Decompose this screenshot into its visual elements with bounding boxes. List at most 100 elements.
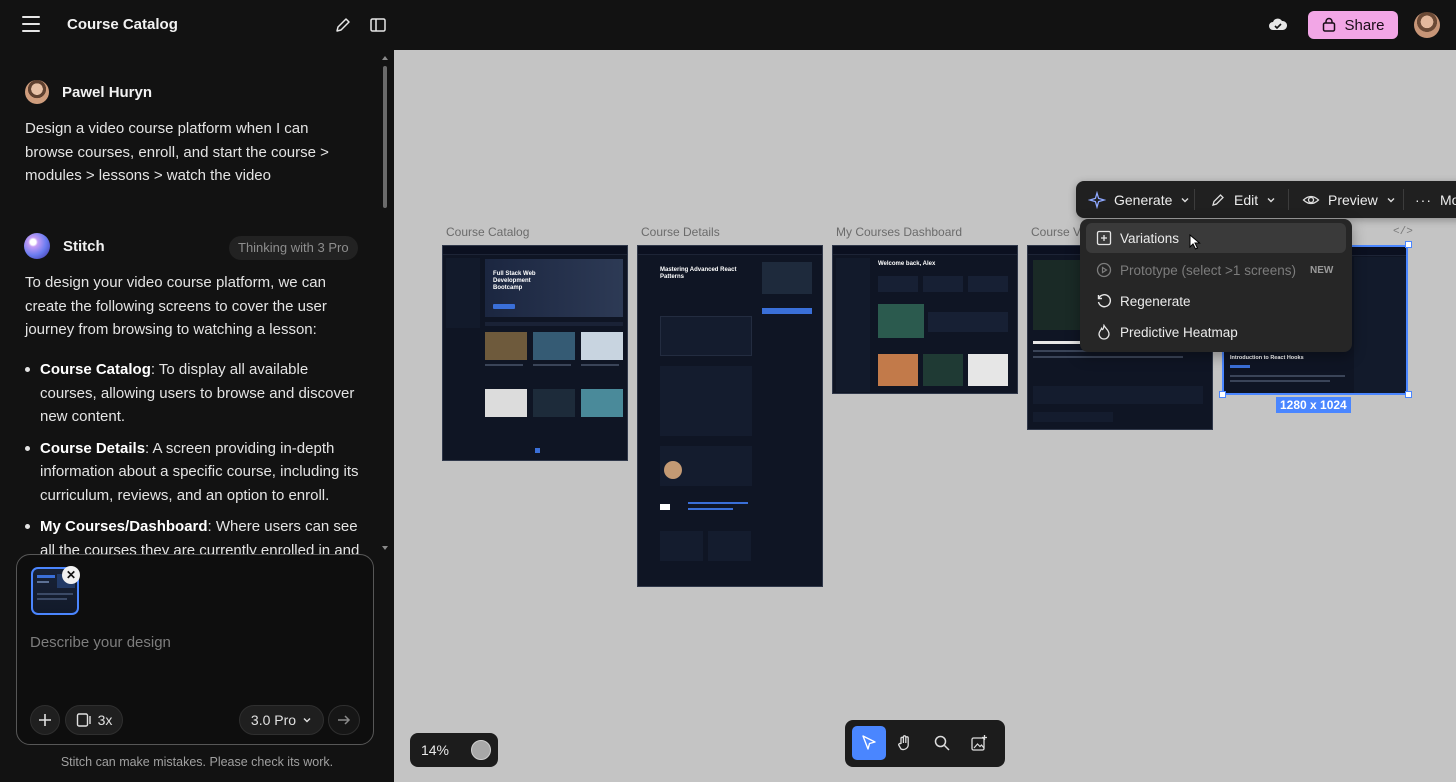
resize-handle[interactable] (1219, 391, 1226, 398)
pencil-icon[interactable] (333, 15, 353, 35)
mouse-cursor-icon (1189, 234, 1201, 250)
prompt-input[interactable] (30, 629, 360, 655)
more-button[interactable]: ··· Mo (1415, 181, 1456, 218)
zoom-level[interactable]: 14% (410, 733, 460, 767)
assistant-name: Stitch (63, 237, 105, 255)
theme-toggle[interactable] (471, 740, 491, 760)
zoom-control: 14% (410, 733, 498, 767)
menu-item-prototype: Prototype (select >1 screens) NEW (1086, 255, 1346, 285)
eye-icon (1302, 195, 1320, 204)
generate-button[interactable]: Generate (1088, 181, 1190, 218)
new-badge: NEW (1309, 264, 1334, 276)
plus-icon (39, 714, 51, 726)
screen-label[interactable]: Course Catalog (446, 225, 529, 239)
add-image-tool-button[interactable] (962, 726, 996, 760)
variants-count-label: 3x (97, 712, 113, 728)
screen-label[interactable]: Course Details (641, 225, 720, 239)
hand-tool-button[interactable] (888, 726, 922, 760)
sidebar-toggle-icon[interactable] (368, 15, 388, 35)
stitch-logo-icon (24, 233, 50, 259)
pencil-icon (1212, 193, 1224, 206)
play-circle-icon (1096, 262, 1112, 278)
screen-action-toolbar: Generate Edit Preview ··· Mo (1076, 181, 1456, 218)
user-avatar[interactable] (1414, 12, 1440, 38)
chevron-down-icon (1267, 197, 1275, 202)
disclaimer-text: Stitch can make mistakes. Please check i… (60, 755, 334, 769)
page-title: Course Catalog (67, 16, 178, 33)
hand-icon (898, 735, 909, 751)
screen-label[interactable]: My Courses Dashboard (836, 225, 962, 239)
pointer-icon (862, 735, 876, 750)
menu-item-heatmap[interactable]: Predictive Heatmap (1086, 317, 1346, 347)
list-item-title: Course Details (40, 439, 146, 457)
menu-item-label: Prototype (select >1 screens) (1120, 262, 1296, 278)
search-tool-button[interactable] (925, 726, 959, 760)
cloud-check-icon[interactable] (1268, 15, 1288, 35)
sparkle-icon (1088, 190, 1106, 209)
more-label: Mo (1440, 191, 1456, 208)
preview-button[interactable]: Preview (1302, 181, 1396, 218)
list-item: My Courses/Dashboard: Where users can se… (25, 515, 360, 555)
send-button[interactable] (328, 705, 360, 735)
menu-item-variations[interactable]: Variations (1086, 223, 1346, 253)
search-icon (934, 735, 950, 751)
code-icon[interactable]: </> (1393, 226, 1413, 238)
add-button[interactable] (30, 705, 60, 735)
user-avatar (25, 80, 49, 104)
edit-button[interactable]: Edit (1210, 181, 1276, 218)
list-item: Course Details: A screen providing in-de… (25, 437, 360, 508)
list-item-title: Course Catalog (40, 361, 151, 378)
remove-attachment-button[interactable]: ✕ (62, 566, 80, 584)
arrow-right-icon (338, 715, 351, 725)
menu-item-label: Variations (1120, 230, 1180, 246)
select-tool-button[interactable] (852, 726, 886, 760)
scroll-up-icon[interactable] (382, 56, 388, 60)
menu-item-label: Regenerate (1120, 293, 1191, 309)
lock-icon (1323, 17, 1336, 32)
refresh-icon (1097, 294, 1112, 308)
variations-icon (1096, 230, 1112, 246)
variants-icon (76, 713, 91, 727)
preview-label: Preview (1328, 191, 1378, 208)
list-item-title: My Courses/Dashboard (40, 518, 208, 535)
add-image-icon (971, 735, 987, 751)
chevron-down-icon (303, 718, 311, 723)
menu-item-label: Predictive Heatmap (1120, 324, 1238, 340)
thinking-badge[interactable]: Thinking with 3 Pro (229, 236, 358, 260)
user-message: Design a video course platform when I ca… (25, 120, 329, 184)
scroll-thumb[interactable] (383, 66, 387, 208)
chat-sidebar: Pawel Huryn Design a video course platfo… (0, 50, 394, 782)
preview-heading: Welcome back, Alex (878, 261, 936, 267)
assistant-intro: To design your video course platform, we… (25, 274, 327, 338)
model-select-label: 3.0 Pro (250, 712, 297, 728)
chevron-down-icon (1181, 197, 1189, 202)
chat-scrollbar[interactable] (381, 56, 389, 551)
screen-label[interactable]: Course Vi (1031, 225, 1083, 239)
share-button[interactable]: Share (1308, 11, 1398, 39)
preview-heading: Full Stack Web Development Bootcamp (493, 271, 536, 291)
variants-count-button[interactable]: 3x (65, 705, 123, 735)
menu-item-regenerate[interactable]: Regenerate (1086, 286, 1346, 316)
resize-handle[interactable] (1405, 241, 1412, 248)
share-label: Share (1344, 16, 1385, 34)
user-message-header: Pawel Huryn (25, 80, 152, 104)
design-canvas[interactable]: Course Catalog Course Details My Courses… (394, 50, 1456, 782)
prompt-composer: ✕ 3x 3.0 Pro (16, 554, 374, 745)
model-select[interactable]: 3.0 Pro (239, 705, 324, 735)
preview-heading: Mastering Advanced React Patterns (660, 267, 737, 280)
resize-handle[interactable] (1405, 391, 1412, 398)
hamburger-icon[interactable] (22, 16, 40, 32)
preview-heading: Introduction to React Hooks (1230, 355, 1304, 361)
more-dots-icon: ··· (1415, 191, 1432, 208)
chevron-down-icon (1387, 197, 1395, 202)
top-bar: Course Catalog Share (0, 0, 1456, 50)
scroll-down-icon[interactable] (382, 546, 388, 550)
screen-course-details[interactable]: Mastering Advanced React Patterns (637, 245, 823, 587)
screen-dashboard[interactable]: Welcome back, Alex (832, 245, 1018, 394)
canvas-tool-bar (845, 720, 1005, 767)
user-name: Pawel Huryn (62, 83, 153, 101)
generate-menu: Variations Prototype (select >1 screens)… (1080, 219, 1352, 352)
screen-list: Course Catalog: To display all available… (25, 358, 360, 555)
generate-label: Generate (1114, 191, 1173, 208)
screen-course-catalog[interactable]: Full Stack Web Development Bootcamp (442, 245, 628, 461)
